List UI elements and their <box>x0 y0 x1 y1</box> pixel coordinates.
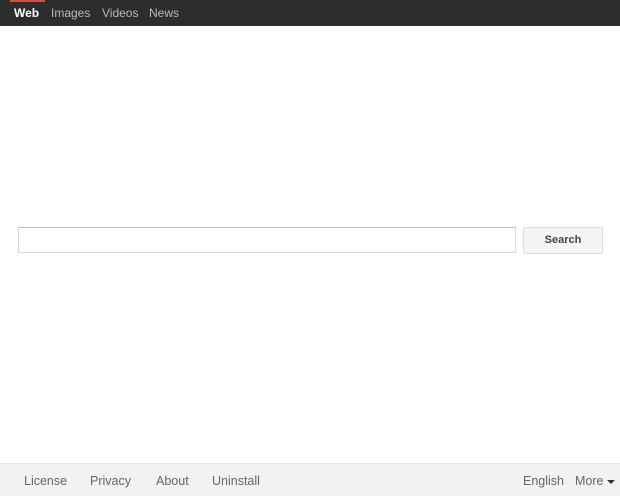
footer-link-license[interactable]: License <box>24 464 67 498</box>
top-nav-bar: Web Images Videos News <box>0 0 620 26</box>
more-menu-button[interactable]: More <box>575 464 616 498</box>
more-label: More <box>575 474 604 488</box>
nav-tab-images[interactable]: Images <box>51 0 90 26</box>
nav-tab-news[interactable]: News <box>149 0 179 26</box>
search-input[interactable] <box>18 227 516 253</box>
caret-down-icon <box>607 479 616 484</box>
footer-link-uninstall[interactable]: Uninstall <box>212 464 260 498</box>
search-button[interactable]: Search <box>523 227 603 254</box>
footer-link-about[interactable]: About <box>156 464 189 498</box>
footer-link-privacy[interactable]: Privacy <box>90 464 131 498</box>
language-selector[interactable]: English <box>523 464 564 498</box>
nav-tab-web[interactable]: Web <box>14 0 39 26</box>
footer-bar: License Privacy About Uninstall English … <box>0 463 620 496</box>
nav-tab-videos[interactable]: Videos <box>102 0 138 26</box>
